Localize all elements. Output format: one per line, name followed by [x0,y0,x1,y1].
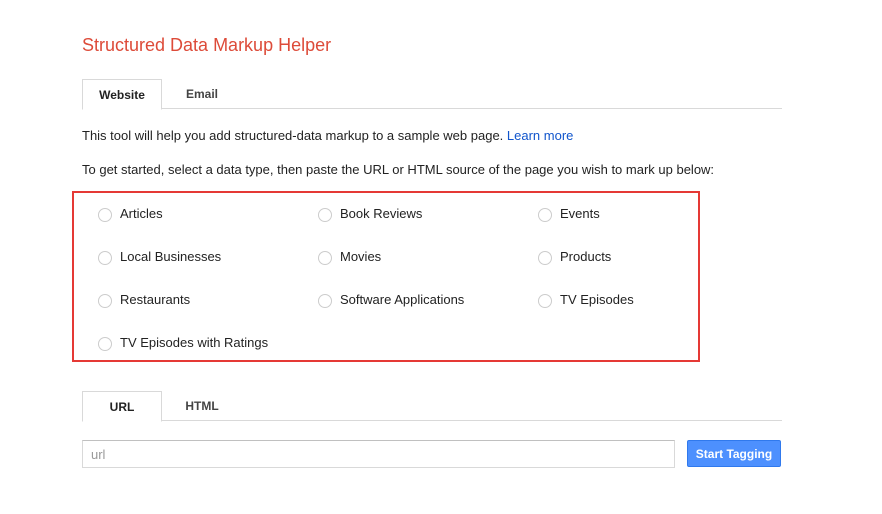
tab-html[interactable]: HTML [162,391,242,421]
intro-text: This tool will help you add structured-d… [82,128,573,143]
option-book-reviews[interactable]: Book Reviews [318,205,423,222]
option-label: Local Businesses [120,248,222,264]
radio-button[interactable] [538,207,552,222]
radio-button[interactable] [538,250,552,265]
instructions-text: To get started, select a data type, then… [82,162,715,177]
tab-email[interactable]: Email [162,79,242,109]
radio-button[interactable] [98,336,112,351]
tab-website[interactable]: Website [82,79,162,110]
radio-button[interactable] [98,207,112,222]
markup-helper-page: Structured Data Markup Helper Website Em… [0,0,882,514]
radio-button[interactable] [318,207,332,222]
option-articles[interactable]: Articles [98,205,163,222]
option-restaurants[interactable]: Restaurants [98,291,191,308]
option-label: Movies [340,248,382,264]
input-tabbar: URL HTML [82,391,782,422]
intro-description: This tool will help you add structured-d… [82,128,507,143]
option-local-businesses[interactable]: Local Businesses [98,248,222,265]
url-input[interactable] [82,440,675,468]
option-events[interactable]: Events [538,205,600,222]
option-tv-episodes-with-ratings[interactable]: TV Episodes with Ratings [98,334,269,351]
learn-more-link[interactable]: Learn more [507,128,573,143]
radio-button[interactable] [318,250,332,265]
option-label: Events [560,205,600,221]
radio-button[interactable] [318,293,332,308]
option-label: Products [560,248,612,264]
source-tabbar: Website Email [82,79,782,110]
page-title: Structured Data Markup Helper [82,35,332,55]
option-label: TV Episodes [560,291,634,307]
option-label: Articles [120,205,163,221]
option-label: TV Episodes with Ratings [120,334,269,350]
option-software-applications[interactable]: Software Applications [318,291,465,308]
option-label: Software Applications [340,291,465,307]
option-label: Restaurants [120,291,191,307]
radio-button[interactable] [538,293,552,308]
option-movies[interactable]: Movies [318,248,382,265]
radio-button[interactable] [98,250,112,265]
option-tv-episodes[interactable]: TV Episodes [538,291,634,308]
start-tagging-button[interactable]: Start Tagging [687,440,781,467]
radio-button[interactable] [98,293,112,308]
option-products[interactable]: Products [538,248,612,265]
tab-url[interactable]: URL [82,391,162,422]
option-label: Book Reviews [340,205,423,221]
